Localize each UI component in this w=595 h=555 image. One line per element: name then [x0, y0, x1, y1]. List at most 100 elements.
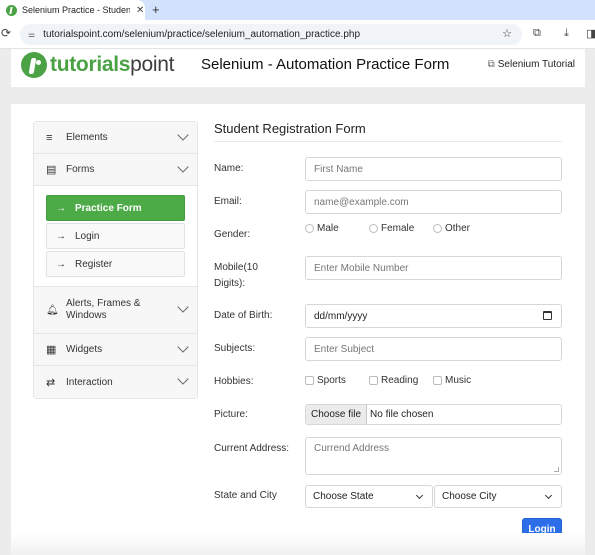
radio-label: Other	[445, 223, 471, 234]
sidebar-item-label: Forms	[66, 164, 95, 175]
logo-mark-icon	[21, 52, 47, 78]
submenu-label: Practice Form	[75, 202, 142, 214]
name-label: Name:	[214, 163, 244, 174]
gender-radio-female[interactable]: Female	[369, 223, 414, 234]
submenu-label: Register	[75, 258, 113, 270]
state-select[interactable]: Choose State	[305, 485, 433, 508]
file-status: No file chosen	[370, 409, 434, 420]
checkbox-label: Music	[445, 375, 472, 386]
page-bottom-fade	[11, 533, 585, 555]
chevron-down-icon	[177, 129, 189, 141]
tab-title: Selenium Practice - Student F	[22, 5, 130, 15]
url-text[interactable]: tutorialspoint.com/selenium/practice/sel…	[43, 29, 360, 40]
radio-label: Male	[317, 223, 339, 234]
chevron-down-icon	[177, 341, 189, 353]
radio-button[interactable]	[369, 224, 378, 233]
external-link-icon: ⧉	[487, 59, 495, 70]
sidebar-item-label: Interaction	[66, 376, 113, 388]
hobbies-label: Hobbies:	[214, 376, 254, 387]
sidebar-item-alerts-frames-windows[interactable]: 🔔︎ Alerts, Frames & Windows	[34, 287, 197, 334]
email-placeholder: name@example.com	[314, 196, 409, 208]
submenu-practice-form[interactable]: → Practice Form	[46, 195, 185, 221]
sidebar-item-elements[interactable]: ≡ Elements	[34, 122, 197, 154]
sidebar-item-label: Elements	[66, 132, 108, 143]
chevron-down-icon	[177, 161, 189, 173]
side-panel-icon[interactable]: ◨	[586, 27, 595, 40]
checkbox[interactable]	[433, 376, 442, 385]
widgets-grid-icon: ▦	[46, 344, 57, 356]
chevron-down-icon	[544, 491, 553, 500]
hobby-checkbox-sports[interactable]: Sports	[305, 375, 346, 386]
submenu-label: Login	[75, 230, 100, 242]
form-title-divider	[214, 141, 562, 142]
name-placeholder: First Name	[314, 163, 363, 175]
sidebar-item-label: Alerts, Frames & Windows	[66, 298, 141, 321]
sidebar-item-label: Widgets	[66, 344, 103, 355]
picture-file-input[interactable]: Choose file No file chosen	[305, 404, 562, 425]
subjects-input[interactable]: Enter Subject	[305, 337, 562, 361]
forms-submenu: → Practice Form → Login → Register	[34, 186, 197, 287]
site-header: tutorialspoint Selenium - Automation Pra…	[11, 49, 585, 87]
content-card: ≡ Elements ▤ Forms → Practice Form → Log…	[11, 104, 585, 555]
address-label: Current Address:	[214, 443, 290, 454]
mobile-label-line1: Mobile(10	[214, 262, 258, 273]
state-city-label: State and City	[214, 490, 277, 501]
bell-icon: 🔔︎	[46, 304, 59, 316]
menu-lines-icon: ≡	[46, 131, 53, 144]
tutorialspoint-logo[interactable]: tutorialspoint	[21, 52, 175, 78]
arrow-right-icon: →	[56, 230, 66, 242]
choose-file-button[interactable]: Choose file	[306, 405, 368, 424]
checkbox[interactable]	[369, 376, 378, 385]
dob-date-input[interactable]: dd/mm/yyyy	[305, 304, 562, 328]
dob-label: Date of Birth:	[214, 310, 273, 321]
submenu-login[interactable]: → Login	[46, 223, 185, 249]
checkbox[interactable]	[305, 376, 314, 385]
tutorialspoint-favicon-icon	[6, 4, 17, 16]
city-selected: Choose City	[442, 491, 497, 502]
state-selected: Choose State	[313, 491, 374, 502]
reload-icon[interactable]: ⟳	[1, 26, 11, 40]
chevron-down-icon	[177, 301, 189, 313]
arrow-right-icon: →	[56, 202, 66, 214]
selenium-tutorial-label: Selenium Tutorial	[497, 59, 575, 70]
radio-button[interactable]	[305, 224, 314, 233]
selenium-tutorial-link[interactable]: ⧉ Selenium Tutorial	[488, 59, 575, 70]
hobby-checkbox-music[interactable]: Music	[433, 375, 471, 386]
bookmark-star-icon[interactable]: ☆	[502, 27, 512, 40]
radio-button[interactable]	[433, 224, 442, 233]
submenu-register[interactable]: → Register	[46, 251, 185, 277]
resize-grip-icon[interactable]	[554, 467, 559, 472]
sidebar-item-interaction[interactable]: ⇄ Interaction	[34, 366, 197, 398]
gender-radio-other[interactable]: Other	[433, 223, 470, 234]
close-tab-icon[interactable]: ✕	[136, 5, 144, 16]
page-title: Selenium - Automation Practice Form	[201, 56, 450, 73]
city-select[interactable]: Choose City	[434, 485, 562, 508]
dob-value: dd/mm/yyyy	[314, 310, 368, 322]
address-textarea[interactable]: Currend Address	[305, 437, 562, 475]
download-icon[interactable]: ⤓	[564, 27, 569, 40]
chevron-down-icon	[177, 373, 189, 385]
sidebar-accordion: ≡ Elements ▤ Forms → Practice Form → Log…	[33, 121, 198, 399]
gender-label: Gender:	[214, 229, 251, 240]
address-bar[interactable]: ⚌ tutorialspoint.com/selenium/practice/s…	[20, 24, 522, 45]
new-tab-button[interactable]: +	[152, 2, 160, 17]
logo-text-bold: tutorials	[50, 53, 131, 76]
hobby-checkbox-reading[interactable]: Reading	[369, 375, 418, 386]
chevron-down-icon	[415, 491, 424, 500]
checkbox-label: Reading	[381, 375, 419, 386]
logo-text-light: point	[130, 53, 175, 76]
swap-arrows-icon: ⇄	[46, 376, 56, 389]
sidebar-item-forms[interactable]: ▤ Forms	[34, 154, 197, 186]
checkbox-label: Sports	[317, 375, 346, 386]
name-input[interactable]: First Name	[305, 157, 562, 181]
calendar-icon[interactable]	[543, 311, 552, 320]
browser-tab[interactable]: Selenium Practice - Student F ✕	[0, 0, 145, 20]
site-info-icon[interactable]: ⚌	[28, 30, 35, 39]
gender-radio-male[interactable]: Male	[305, 223, 339, 234]
extensions-icon[interactable]: ⧉	[533, 27, 541, 40]
email-input[interactable]: name@example.com	[305, 190, 562, 214]
mobile-input[interactable]: Enter Mobile Number	[305, 256, 562, 280]
sidebar-item-widgets[interactable]: ▦ Widgets	[34, 334, 197, 366]
email-label: Email:	[214, 196, 242, 207]
mobile-placeholder: Enter Mobile Number	[314, 262, 409, 274]
